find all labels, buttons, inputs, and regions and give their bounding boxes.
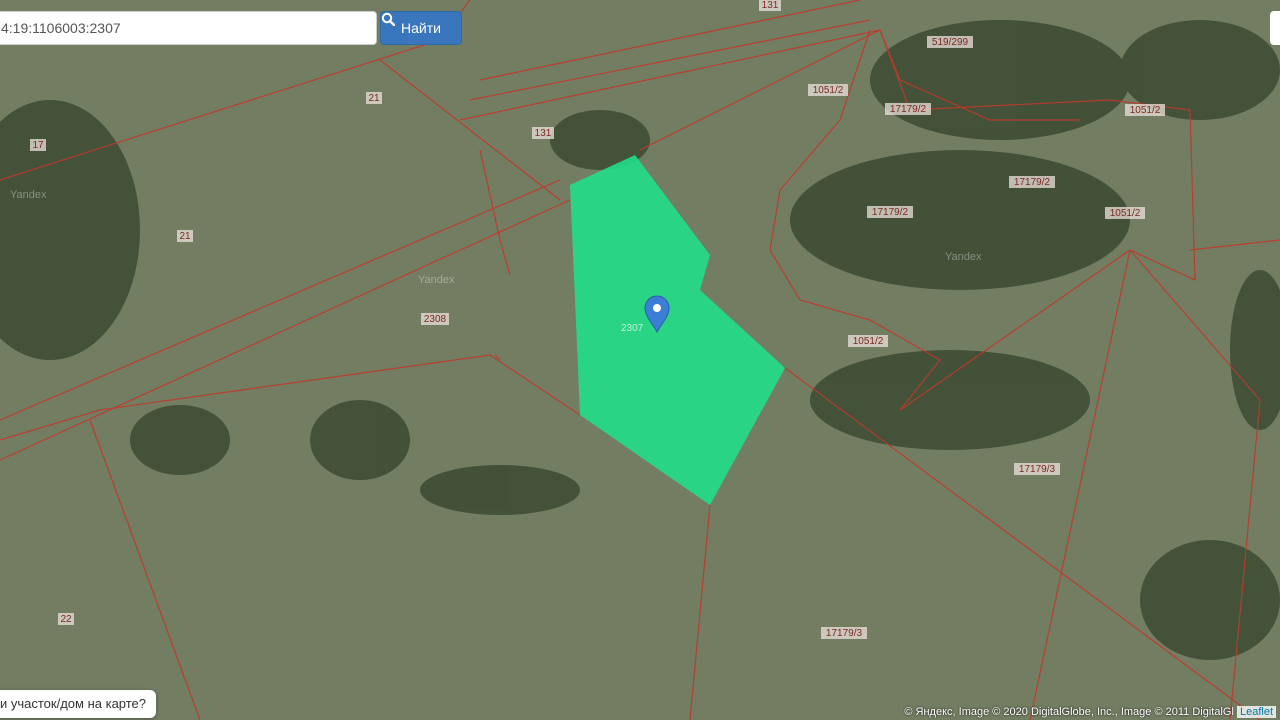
parcel-label: 21 xyxy=(368,93,380,104)
parcel-label: 17179/3 xyxy=(826,628,863,639)
watermark: Yandex xyxy=(945,251,982,263)
parcel-label: 17179/3 xyxy=(1019,464,1056,475)
help-text: и участок/дом на карте? xyxy=(0,696,147,711)
parcel-label: 1051/2 xyxy=(1130,105,1161,116)
map-layer: Yandex Yandex Yandex 131 131 21 17 21 2308 519… xyxy=(0,0,1280,720)
parcel-label: 2308 xyxy=(424,314,447,325)
parcel-label: 131 xyxy=(762,0,779,11)
map-attribution: © Яндекс, Image © 2020 DigitalGlobe, Inc… xyxy=(900,704,1280,720)
parcel-label: 17179/2 xyxy=(890,104,927,115)
search-button[interactable]: Найти xyxy=(380,11,462,45)
parcel-label: 1051/2 xyxy=(853,336,884,347)
leaflet-link[interactable]: Leaflet xyxy=(1236,706,1276,718)
parcel-label: 1051/2 xyxy=(813,85,844,96)
parcel-label: 17179/2 xyxy=(872,207,909,218)
watermark: Yandex xyxy=(10,189,47,201)
parcel-label: 131 xyxy=(535,128,552,139)
satellite-map[interactable]: Yandex Yandex Yandex 131 131 21 17 21 2308 519… xyxy=(0,0,1280,720)
attribution-text: © Яндекс, Image © 2020 DigitalGlobe, Inc… xyxy=(904,706,1234,718)
map-control[interactable] xyxy=(1270,11,1280,45)
help-link[interactable]: и участок/дом на карте? xyxy=(0,690,157,718)
cadastral-search-input[interactable] xyxy=(0,11,377,45)
search-button-label: Найти xyxy=(401,20,441,36)
search-icon xyxy=(381,12,395,26)
parcel-label: 17 xyxy=(32,140,44,151)
parcel-label: 519/299 xyxy=(932,37,969,48)
parcel-label: 22 xyxy=(60,614,72,625)
parcel-label: 17179/2 xyxy=(1014,177,1051,188)
watermark: Yandex xyxy=(418,274,455,286)
parcel-label: 21 xyxy=(179,231,191,242)
selected-parcel-label: 2307 xyxy=(621,323,644,334)
parcel-label: 1051/2 xyxy=(1110,208,1141,219)
